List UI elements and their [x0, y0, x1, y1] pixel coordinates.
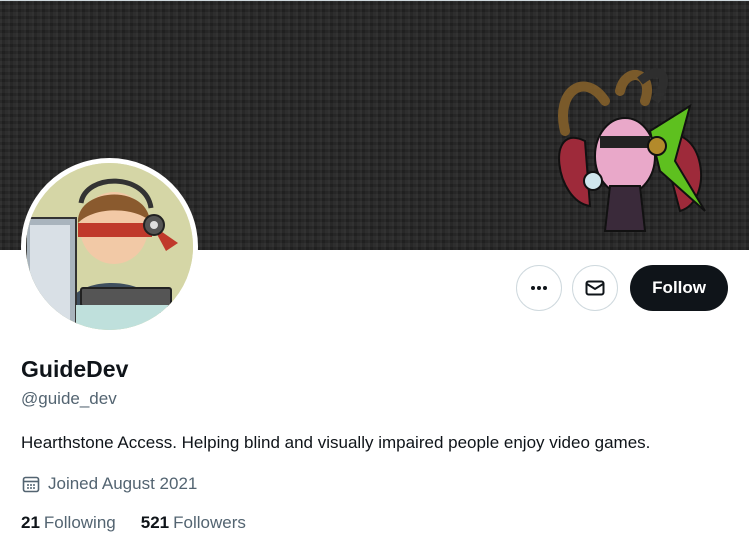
follow-stats: 21 Following 521 Followers [21, 513, 246, 533]
joined-date: Joined August 2021 [21, 474, 197, 494]
message-button[interactable] [572, 265, 619, 311]
following-count: 21 [21, 513, 40, 532]
envelope-icon [585, 280, 605, 296]
profile-avatar[interactable] [21, 158, 198, 335]
profile-actions: Follow [516, 265, 728, 311]
followers-link[interactable]: 521 Followers [141, 513, 246, 533]
banner-character-illustration [558, 68, 706, 232]
following-link[interactable]: 21 Following [21, 513, 116, 533]
display-name: GuideDev [21, 356, 129, 382]
joined-text: Joined August 2021 [48, 474, 198, 493]
avatar-image [26, 163, 193, 330]
followers-label: Followers [173, 513, 246, 532]
calendar-icon [22, 476, 40, 493]
following-label: Following [43, 513, 116, 532]
more-options-button[interactable] [516, 265, 563, 311]
profile-bio: Hearthstone Access. Helping blind and vi… [21, 433, 651, 452]
user-handle: @guide_dev [21, 389, 117, 408]
more-horizontal-icon [531, 286, 548, 290]
follow-button[interactable]: Follow [630, 265, 728, 311]
followers-count: 521 [140, 513, 170, 532]
